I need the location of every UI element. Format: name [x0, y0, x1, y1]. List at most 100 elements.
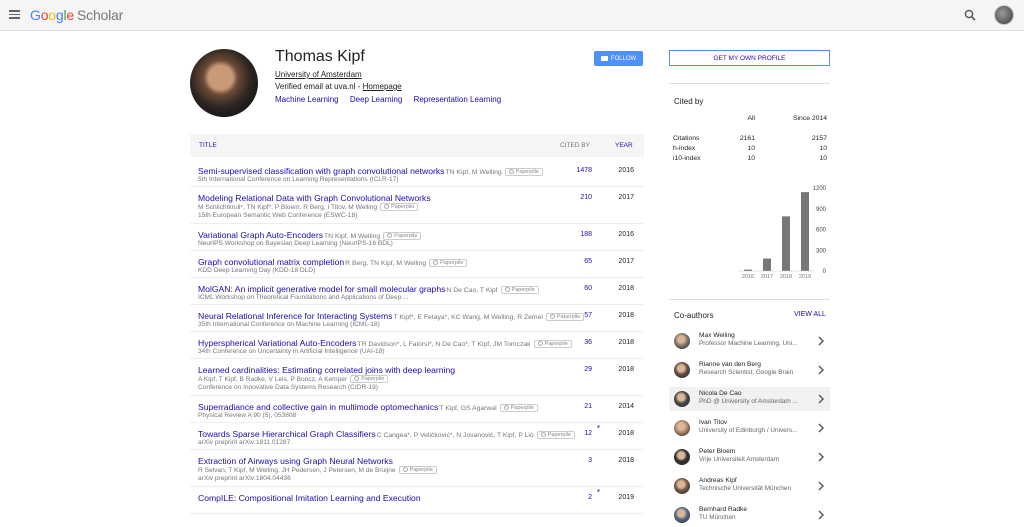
- chevron-right-icon: [818, 481, 824, 491]
- cited-by-count[interactable]: 65: [584, 258, 592, 265]
- publication-title[interactable]: Superradiance and collective gain in mul…: [198, 402, 538, 412]
- coauthor-item[interactable]: Bernhard Radke TU München: [669, 503, 830, 527]
- publication-title[interactable]: MolGAN: An implicit generative model for…: [198, 284, 539, 294]
- publication-title[interactable]: Learned cardinalities: Estimating correl…: [198, 365, 455, 375]
- publication-row: Learned cardinalities: Estimating correl…: [190, 359, 644, 396]
- paperpile-button[interactable]: Paperpile: [429, 259, 468, 267]
- cited-by-count[interactable]: 57: [584, 312, 592, 319]
- coauthor-item[interactable]: Ivan Titov University of Edinburgh / Univ…: [669, 416, 830, 440]
- top-bar: Google Scholar: [0, 0, 1024, 31]
- publication-year: 2019: [618, 494, 634, 501]
- chart-bar[interactable]: [782, 216, 790, 271]
- publication-row: Superradiance and collective gain in mul…: [190, 396, 644, 423]
- publication-meta: KDD Deep Learning Day (KDD-18 DLD): [198, 267, 316, 274]
- coauthor-name: Ivan Titov: [699, 419, 728, 426]
- y-tick-label: 600: [816, 228, 827, 234]
- paperpile-button[interactable]: Paperpile: [499, 404, 538, 412]
- google-scholar-logo[interactable]: Google Scholar: [30, 7, 123, 23]
- cited-by-count[interactable]: 188: [580, 231, 592, 238]
- citations-per-year-chart: 2016 2017 2018 2019 1200 900 600 300 0: [738, 186, 827, 280]
- affiliation-link[interactable]: University of Amsterdam: [275, 70, 362, 79]
- coauthor-name: Nicola De Cao: [699, 390, 742, 397]
- coauthor-affiliation: PhD @ University of Amsterdam ...: [699, 398, 798, 405]
- view-all-coauthors-link[interactable]: VIEW ALL: [794, 311, 826, 318]
- coauthor-avatar: [674, 362, 690, 378]
- paperpile-button[interactable]: Paperpile: [398, 466, 437, 474]
- cited-by-count[interactable]: 29: [584, 366, 592, 373]
- x-tick-label: 2017: [761, 274, 773, 280]
- coauthor-item[interactable]: Rianne van den Berg Research Scientist, G…: [669, 358, 830, 382]
- publication-title[interactable]: Neural Relational Inference for Interact…: [198, 311, 585, 321]
- search-icon[interactable]: [964, 9, 976, 21]
- cited-by-count[interactable]: 1478: [576, 167, 592, 174]
- cited-by-count[interactable]: 60: [584, 285, 592, 292]
- publication-meta: arXiv preprint arXiv:1811.01287: [198, 439, 291, 446]
- homepage-link[interactable]: Homepage: [363, 82, 402, 91]
- follow-button[interactable]: FOLLOW: [594, 51, 643, 66]
- paperpile-icon: [384, 204, 390, 209]
- x-tick-label: 2018: [780, 274, 792, 280]
- coauthor-affiliation: Technische Universität München: [699, 485, 791, 492]
- publication-row: Semi-supervised classification with grap…: [190, 160, 644, 187]
- get-my-own-profile-button[interactable]: GET MY OWN PROFILE: [669, 50, 830, 66]
- coauthor-avatar: [674, 478, 690, 494]
- research-interests: Machine Learning Deep Learning Represent…: [275, 95, 510, 104]
- publication-row: Extraction of Airways using Graph Neural…: [190, 450, 644, 487]
- interest-link[interactable]: Representation Learning: [414, 95, 502, 104]
- cited-by-count[interactable]: 21: [584, 403, 592, 410]
- cited-by-count[interactable]: 210: [580, 194, 592, 201]
- paperpile-button[interactable]: Paperpile: [504, 168, 543, 176]
- cited-by-count[interactable]: 2: [588, 494, 592, 501]
- sort-by-year[interactable]: YEAR: [615, 142, 633, 149]
- paperpile-icon: [387, 233, 393, 238]
- interest-link[interactable]: Deep Learning: [350, 95, 402, 104]
- chevron-right-icon: [818, 336, 824, 346]
- paperpile-button[interactable]: Paperpile: [383, 232, 422, 240]
- publications-header: TITLE CITED BY YEAR: [190, 134, 644, 157]
- publication-year: 2017: [618, 258, 634, 265]
- paperpile-button[interactable]: Paperpile: [545, 313, 585, 321]
- publication-title[interactable]: Graph convolutional matrix completionR B…: [198, 257, 468, 267]
- coauthor-item[interactable]: Peter Bloem Vrije Universiteit Amsterdam: [669, 445, 830, 469]
- coauthor-name: Bernhard Radke: [699, 506, 748, 513]
- merged-citation-star: *: [596, 424, 600, 433]
- cited-by-count[interactable]: 3: [588, 457, 592, 464]
- publication-title[interactable]: Semi-supervised classification with grap…: [198, 166, 543, 176]
- sort-by-title[interactable]: TITLE: [199, 142, 217, 149]
- publication-meta: 5th International Conference on Learning…: [198, 176, 399, 183]
- coauthor-item[interactable]: Max Welling Professor Machine Learning, U…: [669, 329, 830, 353]
- interest-link[interactable]: Machine Learning: [275, 95, 339, 104]
- paperpile-button[interactable]: Paperpile: [380, 203, 419, 211]
- publication-title[interactable]: Hyperspherical Variational Auto-Encoders…: [198, 338, 572, 348]
- divider: [669, 83, 830, 84]
- publication-authors: TN Kipf, M Welling: [445, 169, 502, 176]
- publication-title[interactable]: Towards Sparse Hierarchical Graph Classi…: [198, 429, 575, 439]
- coauthor-item[interactable]: Nicola De Cao PhD @ University of Amsterd…: [669, 387, 830, 411]
- cited-by-count[interactable]: 36: [584, 339, 592, 346]
- profile-photo: [190, 49, 258, 117]
- publication-title[interactable]: Variational Graph Auto-EncodersTN Kipf, …: [198, 230, 422, 240]
- cited-by-count[interactable]: 12: [584, 430, 592, 437]
- coauthors-title: Co-authors: [674, 311, 714, 320]
- chart-bar[interactable]: [763, 258, 771, 271]
- chart-bar[interactable]: [801, 192, 809, 271]
- paperpile-button[interactable]: Paperpile: [536, 431, 575, 439]
- publication-row: Graph convolutional matrix completionR B…: [190, 251, 644, 278]
- publication-list: Semi-supervised classification with grap…: [190, 160, 644, 514]
- publication-row: Modeling Relational Data with Graph Conv…: [190, 187, 644, 224]
- coauthor-avatar: [674, 391, 690, 407]
- hamburger-menu-icon[interactable]: [9, 10, 20, 19]
- paperpile-button[interactable]: Paperpile: [500, 286, 539, 294]
- publication-title[interactable]: Modeling Relational Data with Graph Conv…: [198, 193, 431, 203]
- profile-name: Thomas Kipf: [275, 48, 365, 65]
- publication-year: 2018: [618, 312, 634, 319]
- coauthor-avatar: [674, 449, 690, 465]
- account-avatar[interactable]: [994, 5, 1014, 25]
- paperpile-button[interactable]: Paperpile: [533, 340, 572, 348]
- publication-row: CompILE: Compositional Imitation Learnin…: [190, 487, 644, 514]
- coauthor-item[interactable]: Andreas Kipf Technische Universität Münch…: [669, 474, 830, 498]
- publication-authors: TR Davidson*, L Falorsi*, N De Cao*, T K…: [357, 341, 531, 348]
- chevron-right-icon: [818, 365, 824, 375]
- publication-title[interactable]: Extraction of Airways using Graph Neural…: [198, 456, 393, 466]
- paperpile-button[interactable]: Paperpile: [350, 375, 389, 383]
